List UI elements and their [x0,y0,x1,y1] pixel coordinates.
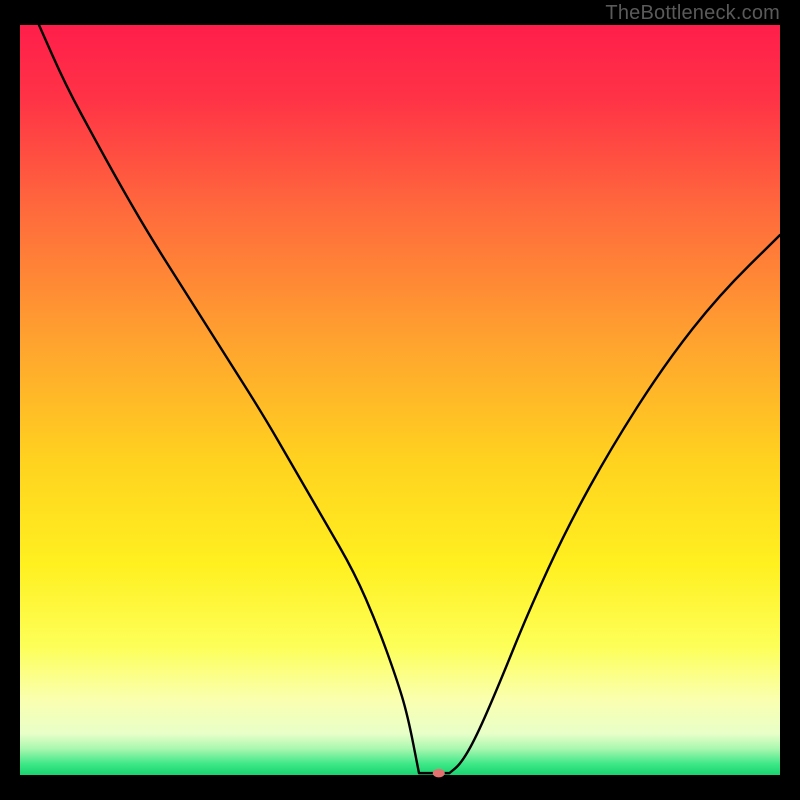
chart-frame: TheBottleneck.com [0,0,800,800]
optimum-marker [433,769,445,778]
gradient-background [20,25,780,775]
bottleneck-chart [0,0,800,800]
